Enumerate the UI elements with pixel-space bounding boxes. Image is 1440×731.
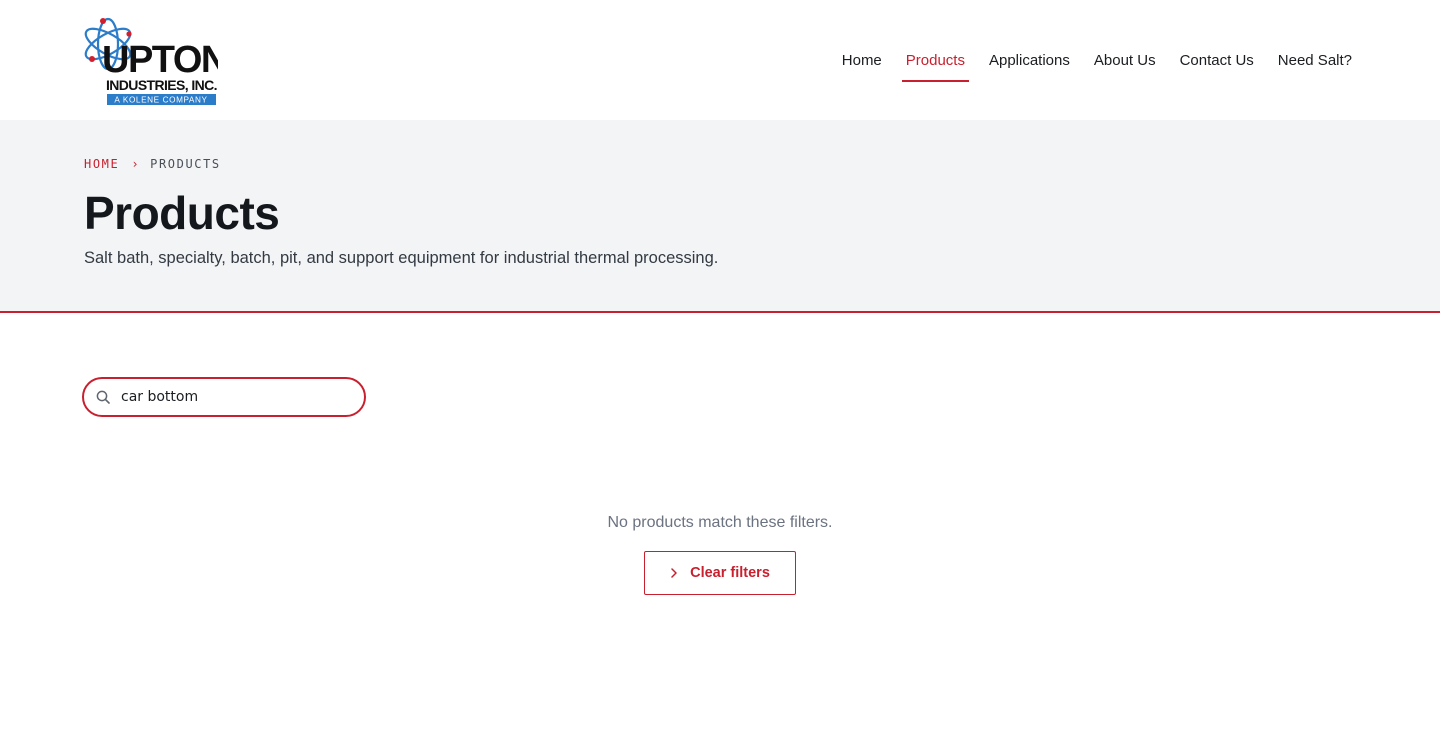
breadcrumb-home-link[interactable]: HOME bbox=[84, 157, 119, 171]
logo-subtitle: INDUSTRIES, INC. bbox=[106, 77, 217, 93]
nav-item-home[interactable]: Home bbox=[842, 0, 882, 120]
nav-item-need-salt[interactable]: Need Salt? bbox=[1278, 0, 1352, 120]
site-header: UPTON INDUSTRIES, INC. A KOLENE COMPANY … bbox=[0, 0, 1440, 120]
product-search-input[interactable] bbox=[121, 389, 341, 405]
clear-filters-button[interactable]: Clear filters bbox=[644, 551, 796, 595]
nav-item-contact-us[interactable]: Contact Us bbox=[1180, 0, 1254, 120]
main-nav: Home Products Applications About Us Cont… bbox=[818, 0, 1352, 120]
nav-item-about-us[interactable]: About Us bbox=[1094, 0, 1156, 120]
nav-item-applications[interactable]: Applications bbox=[989, 0, 1070, 120]
search-icon bbox=[96, 389, 112, 405]
page-title: Products bbox=[84, 187, 280, 239]
breadcrumb-separator-icon: › bbox=[131, 157, 141, 171]
logo-wordmark: UPTON bbox=[102, 39, 218, 81]
chevron-right-icon bbox=[670, 568, 678, 578]
breadcrumb-current: PRODUCTS bbox=[150, 157, 221, 171]
clear-filters-label: Clear filters bbox=[690, 565, 770, 581]
nav-item-products[interactable]: Products bbox=[901, 0, 970, 120]
logo-tagline: A KOLENE COMPANY bbox=[114, 96, 207, 105]
page-subtitle: Salt bath, specialty, batch, pit, and su… bbox=[84, 249, 719, 267]
page-hero: HOME › PRODUCTS Products Salt bath, spec… bbox=[0, 120, 1440, 313]
upton-logo-icon: UPTON INDUSTRIES, INC. A KOLENE COMPANY bbox=[84, 17, 218, 105]
breadcrumb: HOME › PRODUCTS bbox=[84, 157, 221, 171]
company-logo[interactable]: UPTON INDUSTRIES, INC. A KOLENE COMPANY bbox=[82, 14, 218, 106]
empty-state-message: No products match these filters. bbox=[607, 514, 833, 531]
product-search-box[interactable] bbox=[82, 377, 366, 417]
